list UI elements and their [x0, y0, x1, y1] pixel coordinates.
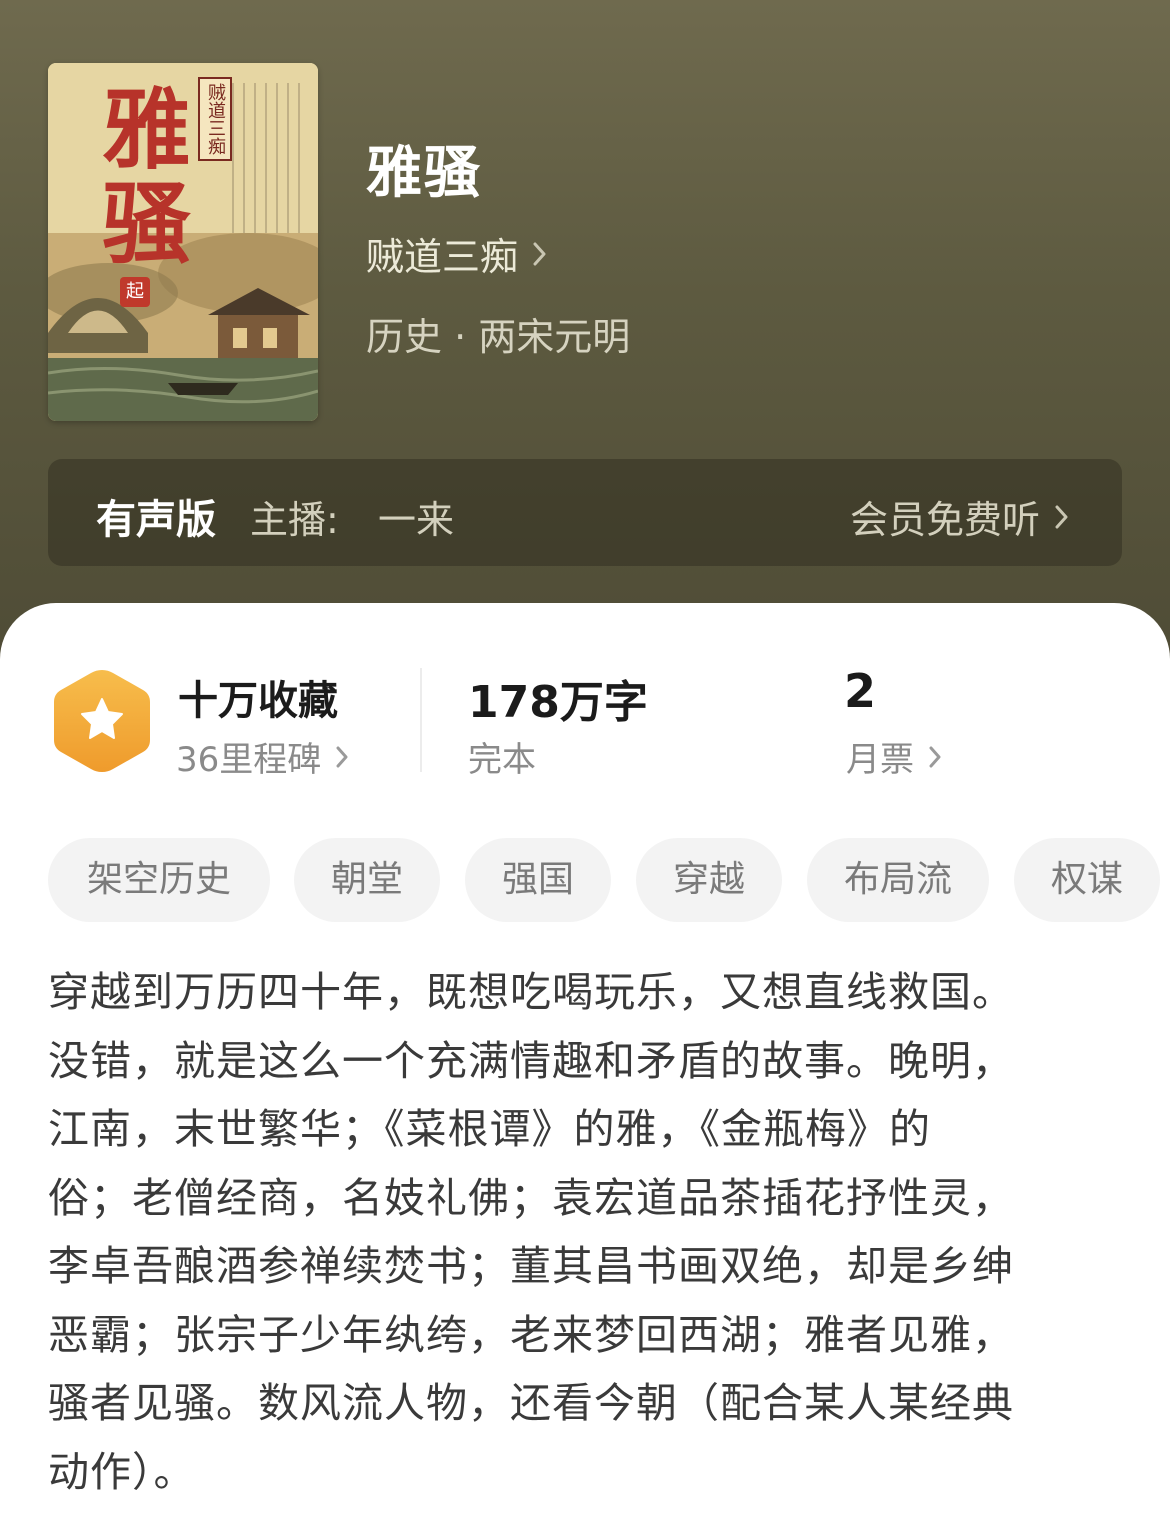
audio-host-name: 一来 [378, 498, 455, 542]
audio-version-bar[interactable]: 有声版 主播: 一来 会员免费听 [48, 459, 1122, 566]
milestones-label: 36里程碑 [176, 740, 322, 780]
tag-chip[interactable]: 朝堂 [294, 838, 440, 922]
book-header: 雅骚 贼道三痴 起 雅骚 贼道三痴 历史 · 两宋元明 有声版 主播: 一来 会… [0, 0, 1170, 660]
description-line: 恶霸；张宗子少年纨绔，老来梦回西湖；雅者见雅， [48, 1310, 1014, 1359]
audio-host-label: 主播: [250, 498, 339, 542]
word-count: 178万字 [468, 677, 648, 728]
chevron-right-icon [335, 745, 349, 769]
description-line: 俗；老僧经商，名妓礼佛；袁宏道品茶插花抒性灵， [48, 1173, 1014, 1222]
audio-version-label: 有声版 [96, 497, 216, 543]
genre-label: 历史 · 两宋元明 [366, 315, 631, 359]
member-listen-label: 会员免费听 [849, 498, 1040, 542]
description-line: 动作）。 [48, 1447, 196, 1496]
author-name: 贼道三痴 [366, 235, 519, 279]
tag-chip[interactable]: 权谋 [1014, 838, 1160, 922]
book-cover[interactable]: 雅骚 贼道三痴 起 [48, 63, 318, 421]
favorites-count: 十万收藏 [178, 678, 338, 724]
stats-divider [420, 668, 422, 772]
description-line: 骚者见骚。数风流人物，还看今朝（配合某人某经典 [48, 1379, 1014, 1427]
book-description: 穿越到万历四十年，既想吃喝玩乐，又想直线救国。 没错，就是这么一个充满情趣和矛盾… [48, 958, 1122, 1506]
milestones-link[interactable]: 36里程碑 [176, 732, 349, 781]
description-line: 穿越到万历四十年，既想吃喝玩乐，又想直线救国。 [48, 968, 1014, 1016]
description-line: 没错，就是这么一个充满情趣和矛盾的故事。晚明， [48, 1036, 1014, 1085]
author-link[interactable]: 贼道三痴 [366, 226, 548, 281]
tag-list: 架空历史 朝堂 强国 穿越 布局流 权谋 [48, 838, 1170, 922]
cover-badge: 起 [120, 277, 150, 307]
description-line: 江南，末世繁华；《菜根谭》的雅，《金瓶梅》的 [48, 1105, 931, 1153]
tag-chip[interactable]: 布局流 [807, 838, 989, 922]
completion-status: 完本 [468, 740, 536, 780]
chevron-right-icon [928, 745, 942, 769]
tag-chip[interactable]: 穿越 [636, 838, 782, 922]
description-line: 李卓吾酿酒参禅续焚书；董其昌书画双绝，却是乡绅 [48, 1242, 1014, 1290]
star-badge-icon [52, 668, 152, 774]
book-title: 雅骚 [366, 141, 482, 206]
tag-chip[interactable]: 架空历史 [48, 838, 270, 922]
chevron-right-icon [532, 240, 548, 268]
chevron-right-icon [1054, 503, 1070, 531]
tag-chip[interactable]: 强国 [465, 838, 611, 922]
member-listen-button[interactable]: 会员免费听 [850, 489, 1070, 544]
cover-title-art: 雅骚 [88, 83, 192, 271]
cover-author-art: 贼道三痴 [198, 77, 232, 161]
monthly-votes-value: 2 [844, 664, 877, 718]
monthly-votes-link[interactable]: 月票 [846, 732, 942, 781]
monthly-votes-label: 月票 [846, 740, 914, 780]
